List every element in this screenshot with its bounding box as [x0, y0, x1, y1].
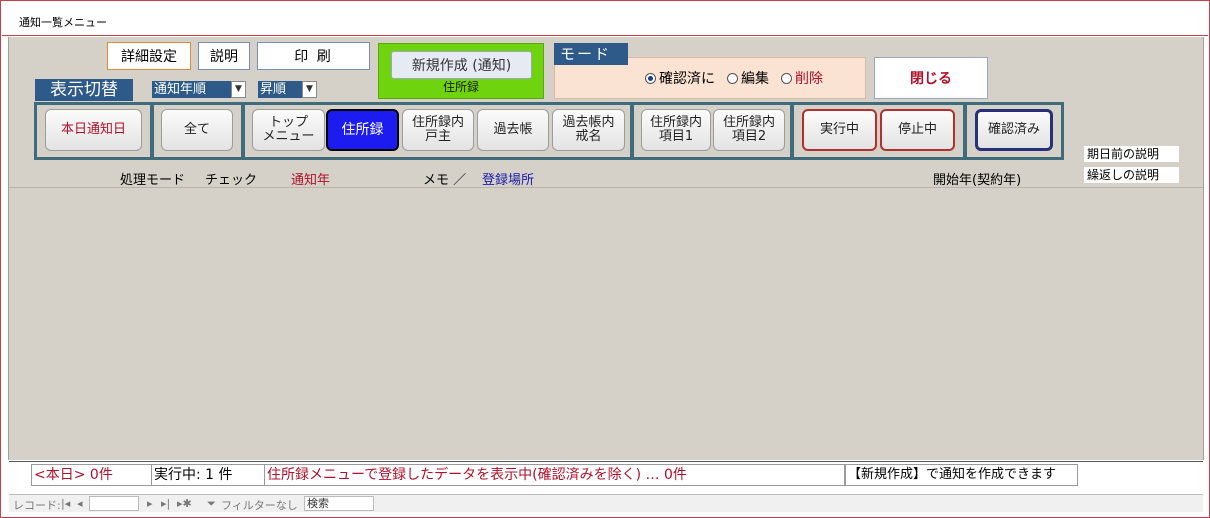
filter-icon[interactable]: ⏷ [207, 497, 216, 511]
col-process-mode: 処理モード [120, 173, 186, 188]
running-button[interactable]: 実行中 [802, 109, 877, 151]
address-item1-button[interactable]: 住所録内 項目1 [641, 109, 711, 151]
mode-radio-group: 確認済に 編集 削除 [645, 68, 835, 88]
record-number-input[interactable] [89, 496, 139, 511]
stopped-button[interactable]: 停止中 [880, 109, 955, 151]
display-switch-label: 表示切替 [35, 79, 133, 101]
sort-field-select[interactable]: 通知年順 ▼ [152, 81, 246, 98]
new-create-panel: 新規作成 (通知) 住所録 [378, 43, 544, 99]
today-notify-button[interactable]: 本日通知日 [45, 109, 142, 151]
col-memo: メモ ／ [423, 173, 467, 188]
main-window: 通知一覧メニュー 詳細設定 説明 印 刷 新規作成 (通知) 住所録 確認済に … [0, 0, 1210, 518]
description-button[interactable]: 説明 [198, 42, 250, 70]
new-create-caption: 住所録 [442, 80, 479, 94]
all-button[interactable]: 全て [161, 109, 233, 151]
prev-record-icon[interactable]: ◂ [77, 497, 83, 510]
last-record-icon[interactable]: ▸| [161, 497, 170, 510]
mode-confirm-radio[interactable]: 確認済に [645, 68, 715, 88]
record-list[interactable] [9, 187, 1203, 459]
radio-icon [781, 72, 792, 84]
address-book-button[interactable]: 住所録 [326, 109, 399, 151]
confirmed-button[interactable]: 確認済み [975, 109, 1053, 151]
sort-order-select[interactable]: 昇順 ▼ [258, 81, 317, 98]
radio-icon [727, 72, 738, 84]
print-button[interactable]: 印 刷 [257, 42, 370, 70]
mode-edit-radio[interactable]: 編集 [727, 68, 769, 88]
radio-selected-icon [645, 72, 656, 84]
status-message: 住所録メニューで登録したデータを表示中(確認済みを除く) … 0件 [264, 464, 845, 486]
record-navigation-bar: レコード: |◂ ◂ ▸ ▸| ▸✱ ⏷ フィルターなし 検索 [9, 494, 1203, 512]
past-name-button[interactable]: 過去帳内 戒名 [552, 109, 625, 151]
filter-status[interactable]: フィルターなし [221, 497, 298, 513]
next-record-icon[interactable]: ▸ [147, 497, 153, 510]
first-record-icon[interactable]: |◂ [61, 497, 70, 510]
window-title: 通知一覧メニュー [19, 16, 107, 29]
new-create-button[interactable]: 新規作成 (通知) [391, 51, 532, 79]
search-input[interactable]: 検索 [304, 496, 374, 511]
close-button[interactable]: 閉じる [874, 57, 988, 99]
new-record-icon[interactable]: ▸✱ [177, 497, 192, 510]
status-bar: <本日> 0件 実行中: 1 件 住所録メニューで登録したデータを表示中(確認済… [9, 461, 1203, 491]
past-book-button[interactable]: 過去帳 [477, 109, 549, 151]
address-item2-button[interactable]: 住所録内 項目2 [713, 109, 785, 151]
mode-label: モード [554, 43, 628, 65]
detail-settings-button[interactable]: 詳細設定 [107, 42, 191, 70]
chevron-down-icon[interactable]: ▼ [302, 81, 317, 98]
before-due-description-button[interactable]: 期日前の説明 [1084, 146, 1179, 162]
col-registration-place: 登録場所 [482, 173, 535, 188]
status-hint: 【新規作成】で通知を作成できます [845, 464, 1078, 486]
running-count: 実行中: 1 件 [151, 464, 265, 486]
today-count: <本日> 0件 [31, 464, 157, 486]
chevron-down-icon[interactable]: ▼ [231, 81, 246, 98]
col-check: チェック [205, 173, 258, 188]
col-notify-year: 通知年 [291, 173, 331, 188]
title-bar: 通知一覧メニュー [2, 2, 1208, 36]
repeat-description-button[interactable]: 繰返しの説明 [1084, 167, 1179, 183]
address-head-button[interactable]: 住所録内 戸主 [402, 109, 474, 151]
mode-delete-radio[interactable]: 削除 [781, 68, 823, 88]
col-start-year: 開始年(契約年) [933, 173, 1022, 188]
top-menu-button[interactable]: トップ メニュー [252, 109, 325, 151]
record-label: レコード: [13, 499, 61, 512]
